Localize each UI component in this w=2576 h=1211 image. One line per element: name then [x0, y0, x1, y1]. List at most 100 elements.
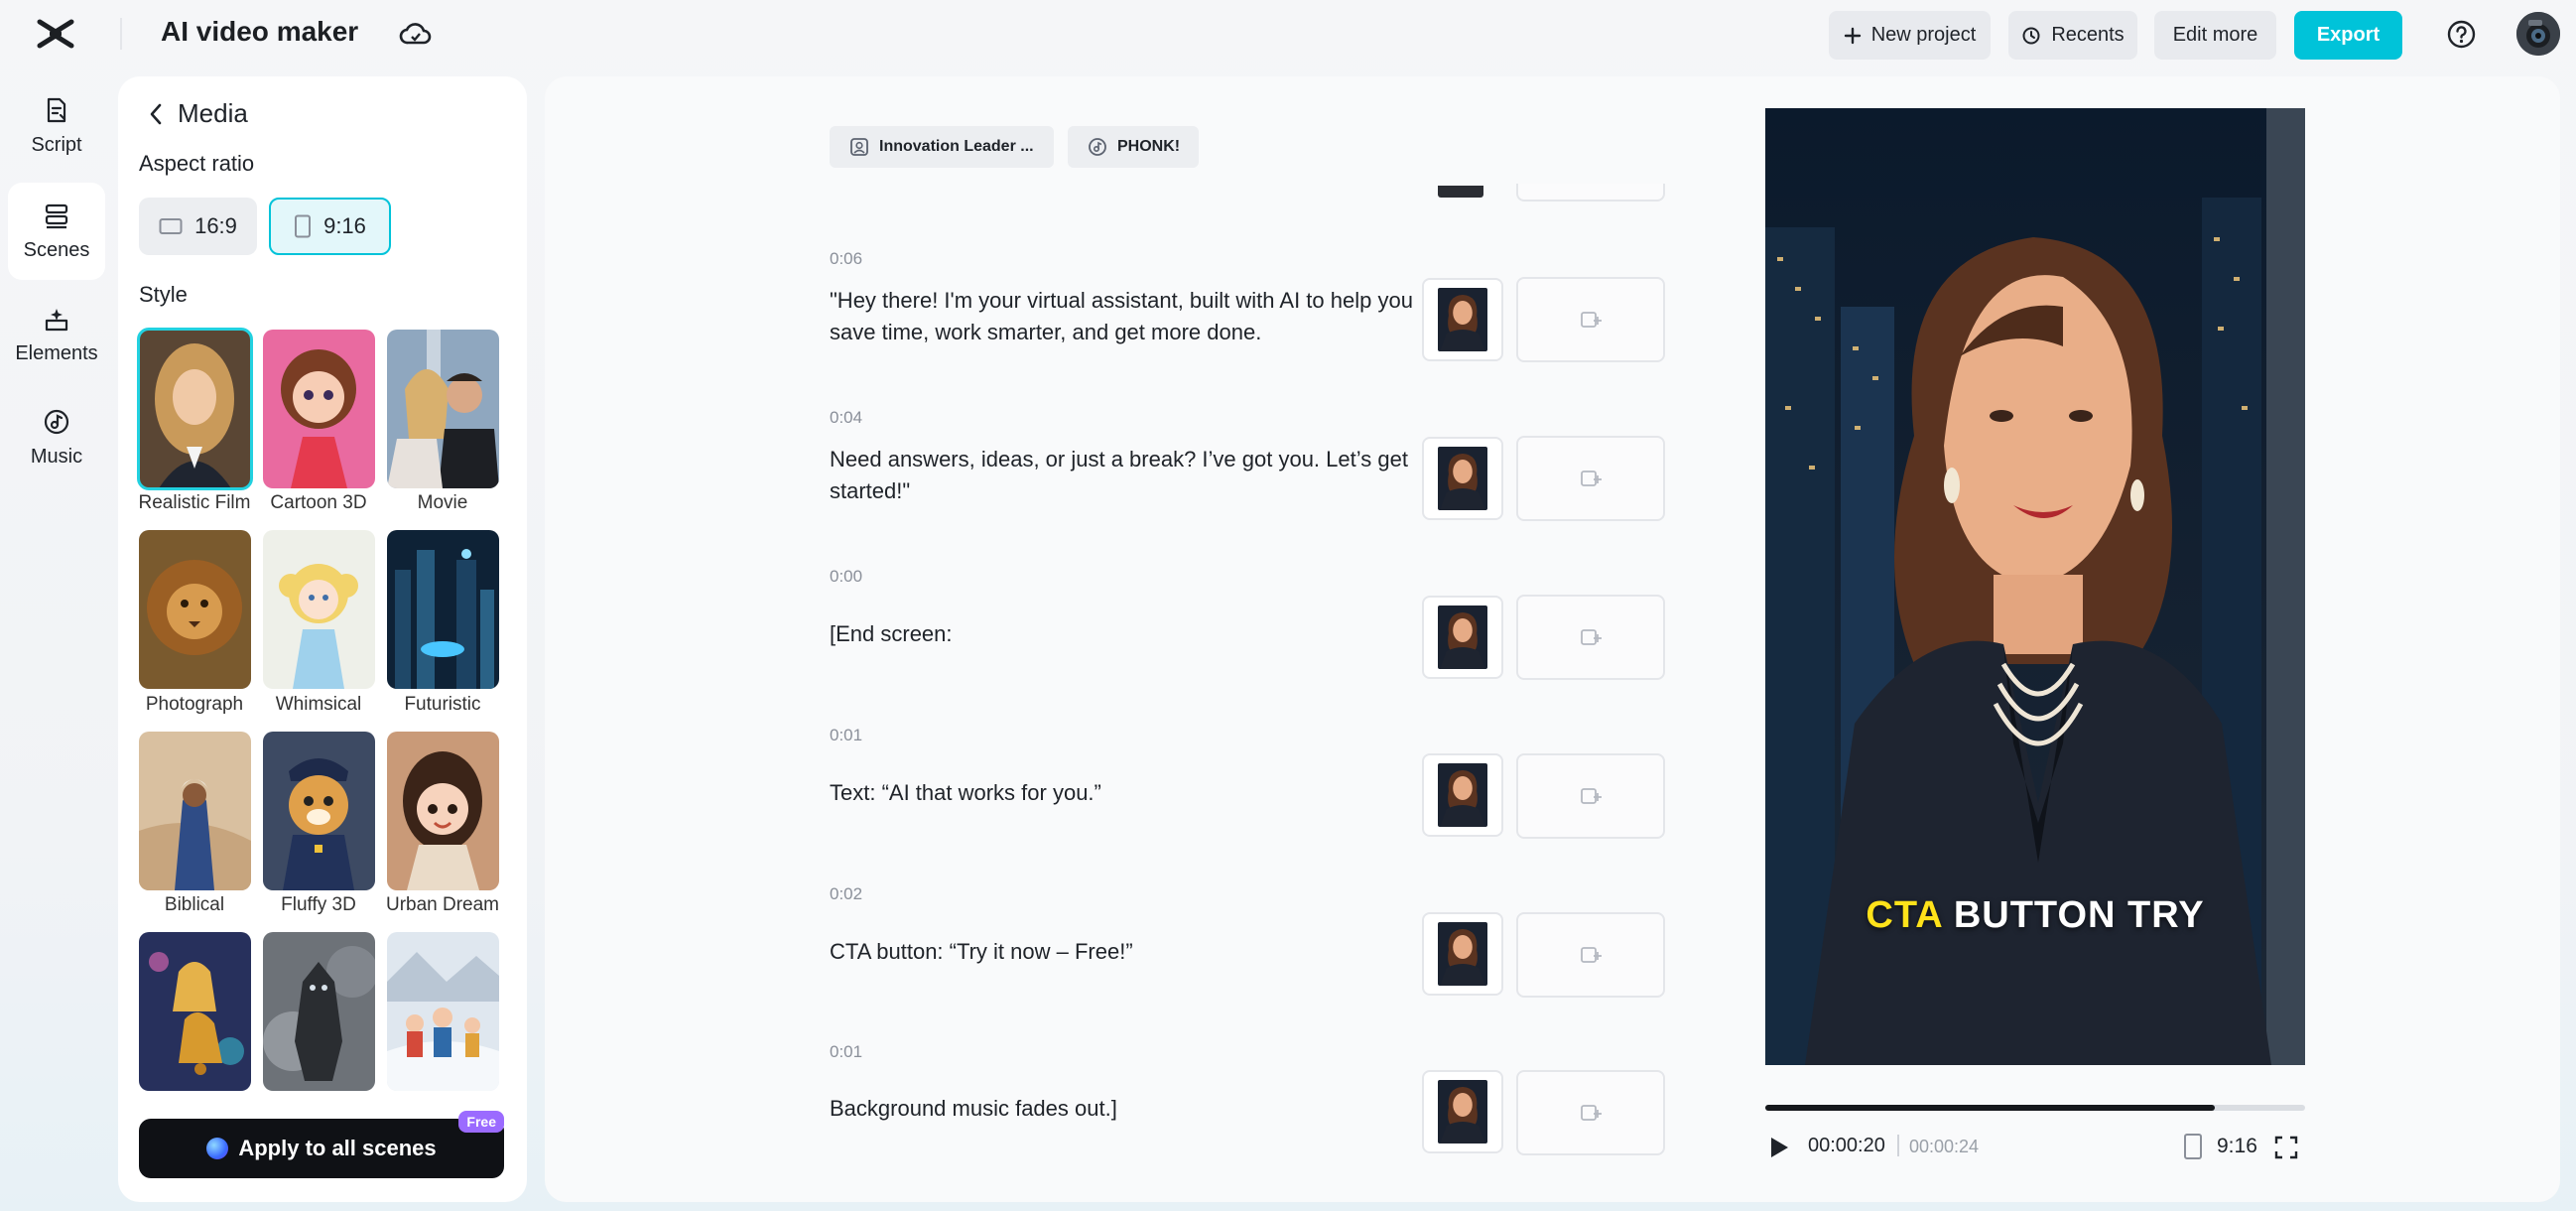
style-biblical[interactable]	[139, 732, 251, 890]
style-biblical-label: Biblical	[164, 894, 225, 915]
scene-2-text[interactable]: Need answers, ideas, or just a break? I’…	[830, 444, 1425, 507]
scene-3-thumbnail[interactable]	[1422, 596, 1503, 679]
video-progress-bar[interactable]	[1765, 1105, 2305, 1111]
current-time: 00:00:20	[1808, 1135, 1885, 1156]
style-label: Style	[139, 282, 188, 307]
fullscreen-icon[interactable]	[2273, 1135, 2299, 1160]
portrait-ratio-icon	[2183, 1133, 2203, 1160]
main-panel: Innovation Leader ... PHONK! 0:06 "Hey t…	[545, 76, 2560, 1202]
style-snow-family-tile[interactable]	[387, 932, 499, 1091]
aspect-9-16-button[interactable]: 9:16	[269, 198, 391, 255]
style-whimsical[interactable]	[263, 530, 375, 689]
nav-script[interactable]: Script	[8, 77, 105, 175]
total-time: 00:00:24	[1909, 1137, 1980, 1156]
cloud-sync-icon[interactable]	[399, 18, 433, 50]
realistic-film-thumbnail	[139, 330, 251, 488]
style-fluffy-3d[interactable]	[263, 732, 375, 890]
style-realistic-film[interactable]	[137, 328, 253, 490]
scene-5-add-media[interactable]	[1516, 912, 1665, 998]
urban-dream-thumbnail	[387, 732, 499, 890]
scene-4-thumbnail[interactable]	[1422, 753, 1503, 837]
plus-icon	[1844, 27, 1862, 45]
apply-to-all-scenes-label: Apply to all scenes	[238, 1136, 437, 1160]
scene-3-image	[1438, 606, 1487, 669]
media-panel: Media Aspect ratio 16:9 9:16 Style Reali…	[118, 76, 527, 1202]
movie-thumbnail	[387, 330, 499, 488]
music-disc-icon	[1088, 137, 1107, 157]
scene-1-add-media[interactable]	[1516, 277, 1665, 362]
nav-scenes[interactable]: Scenes	[8, 183, 105, 280]
style-urban-dream[interactable]	[387, 732, 499, 890]
voice-chip-label: Innovation Leader ...	[879, 138, 1034, 155]
scenes-icon	[43, 202, 70, 229]
recents-button[interactable]: Recents	[2008, 11, 2137, 60]
scene-4-image	[1438, 763, 1487, 827]
style-futuristic[interactable]	[387, 530, 499, 689]
nav-music-label: Music	[30, 445, 83, 468]
scene-3-text[interactable]: [End screen:	[830, 618, 1425, 650]
add-media-icon	[1579, 309, 1603, 331]
new-project-button[interactable]: New project	[1829, 11, 1991, 60]
app-title: AI video maker	[161, 16, 359, 47]
style-bells-tile[interactable]	[139, 932, 251, 1091]
style-futuristic-label: Futuristic	[404, 694, 481, 715]
edit-more-label: Edit more	[2172, 24, 2258, 46]
export-button[interactable]: Export	[2294, 11, 2402, 60]
play-icon[interactable]	[1767, 1135, 1791, 1160]
scene-1-time: 0:06	[830, 249, 863, 268]
scene-4-add-media[interactable]	[1516, 753, 1665, 839]
music-chip[interactable]: PHONK!	[1068, 126, 1199, 168]
user-avatar[interactable]	[2516, 12, 2560, 56]
voice-chip[interactable]: Innovation Leader ...	[830, 126, 1054, 168]
add-media-icon	[1579, 468, 1603, 489]
style-photograph[interactable]	[139, 530, 251, 689]
scene-3-time: 0:00	[830, 567, 863, 586]
scene-4-text[interactable]: Text: “AI that works for you.”	[830, 777, 1425, 809]
scene-5-thumbnail[interactable]	[1422, 912, 1503, 996]
history-icon	[2021, 26, 2041, 46]
nav-elements-label: Elements	[15, 341, 98, 364]
style-cartoon-3d-label: Cartoon 3D	[270, 492, 367, 513]
portrait-ratio-icon	[294, 214, 312, 238]
apply-to-all-scenes-button[interactable]: Apply to all scenes Free	[139, 1111, 504, 1178]
elements-icon	[43, 305, 70, 333]
style-movie[interactable]	[387, 330, 499, 488]
photograph-thumbnail	[139, 530, 251, 689]
caption-highlight-word: CTA	[1866, 894, 1943, 936]
dark-creature-thumbnail	[263, 932, 375, 1091]
scene-5-image	[1438, 922, 1487, 986]
scene-3-add-media[interactable]	[1516, 595, 1665, 680]
back-chevron-icon[interactable]	[144, 99, 168, 129]
voice-avatar-icon	[849, 137, 869, 157]
style-dark-creature-tile[interactable]	[263, 932, 375, 1091]
scene-5-time: 0:02	[830, 884, 863, 903]
style-whimsical-label: Whimsical	[275, 694, 362, 715]
scene-6-text[interactable]: Background music fades out.]	[830, 1093, 1425, 1125]
scene-6-add-media[interactable]	[1516, 1070, 1665, 1155]
preview-ratio-button[interactable]: 9:16	[2183, 1133, 2257, 1160]
scene-1-text[interactable]: "Hey there! I'm your virtual assistant, …	[830, 285, 1425, 348]
aspect-16-9-label: 16:9	[194, 213, 237, 238]
capcut-logo-icon[interactable]	[36, 18, 75, 50]
aspect-16-9-button[interactable]: 16:9	[139, 198, 257, 255]
scene-6-thumbnail[interactable]	[1422, 1070, 1503, 1153]
nav-elements[interactable]: Elements	[8, 286, 105, 383]
nav-script-label: Script	[31, 133, 82, 156]
scene-6-image	[1438, 1080, 1487, 1144]
edit-more-button[interactable]: Edit more	[2154, 11, 2276, 60]
caption-rest: BUTTON TRY	[1953, 894, 2205, 936]
style-cartoon-3d[interactable]	[263, 330, 375, 488]
scene-2-add-media[interactable]	[1516, 436, 1665, 521]
scene-2-thumbnail[interactable]	[1422, 437, 1503, 520]
top-bar: AI video maker New project Recents Edit …	[0, 0, 2576, 67]
whimsical-thumbnail	[263, 530, 375, 689]
scene-1-thumbnail[interactable]	[1422, 278, 1503, 361]
video-caption: CTA BUTTON TRY	[1765, 894, 2305, 937]
add-media-icon	[1579, 944, 1603, 966]
header-divider	[120, 18, 122, 50]
nav-music[interactable]: Music	[8, 389, 105, 486]
aspect-ratio-label: Aspect ratio	[139, 151, 255, 176]
help-icon[interactable]	[2446, 19, 2477, 50]
video-preview[interactable]: CTA BUTTON TRY	[1765, 108, 2305, 1065]
scene-5-text[interactable]: CTA button: “Try it now – Free!”	[830, 936, 1425, 968]
